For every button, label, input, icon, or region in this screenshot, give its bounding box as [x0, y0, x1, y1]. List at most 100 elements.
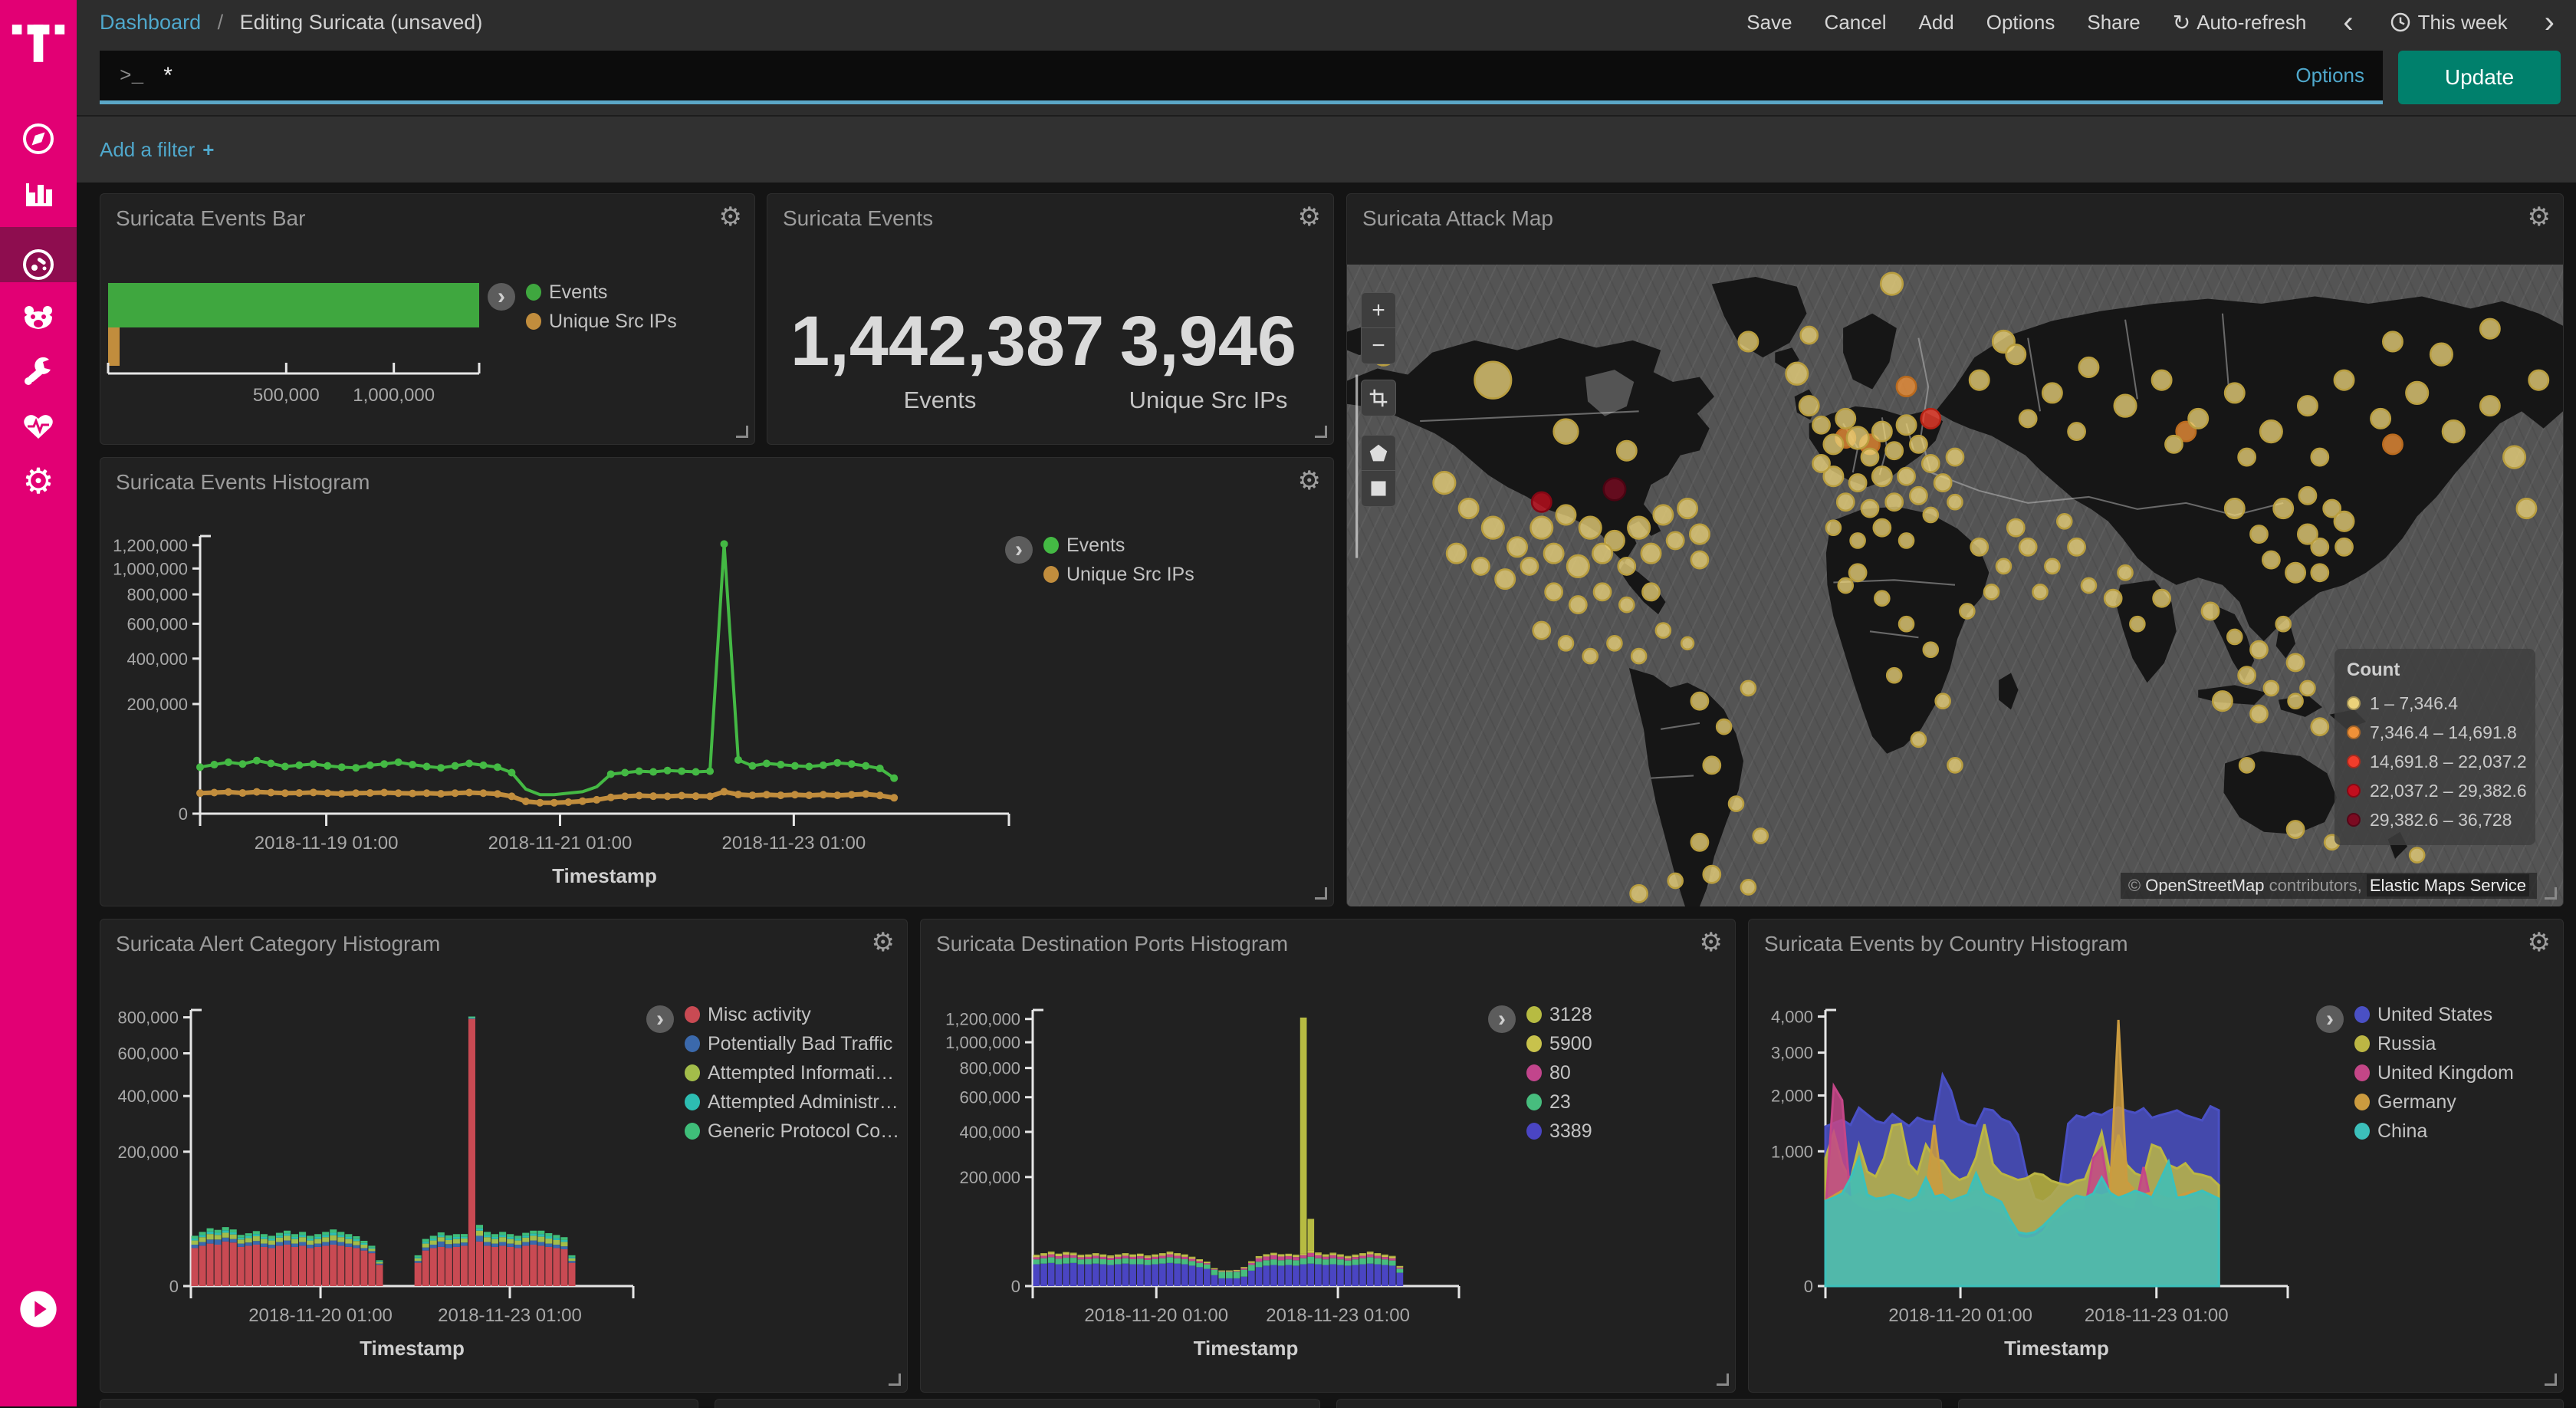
gear-icon[interactable]: ⚙ [2528, 927, 2551, 958]
sidebar-item-management[interactable]: ⚙ [0, 454, 77, 508]
legend-label[interactable]: Unique Src IPs [549, 311, 677, 333]
legend-label[interactable]: 3389 [1549, 1120, 1592, 1143]
sidebar-item-dashboard[interactable] [0, 238, 77, 291]
events-histogram-chart[interactable]: 0200,000400,000600,000800,0001,000,0001,… [108, 531, 1051, 900]
panel-title[interactable]: Suricata Destination Ports Histogram [936, 932, 1288, 956]
gear-icon[interactable]: ⚙ [719, 202, 742, 232]
rectangle-tool-button[interactable] [1362, 471, 1395, 506]
sidebar-item-discover[interactable] [0, 112, 77, 166]
collapse-nav-button[interactable] [0, 1282, 77, 1336]
panel-title[interactable]: Suricata Alert Category Histogram [116, 932, 440, 956]
share-button[interactable]: Share [2087, 11, 2140, 35]
update-button[interactable]: Update [2398, 51, 2561, 104]
resize-handle[interactable] [2545, 1373, 2557, 1386]
sidebar-item-bear[interactable] [0, 291, 77, 345]
gear-icon[interactable]: ⚙ [872, 927, 895, 958]
legend-label[interactable]: 23 [1549, 1091, 1571, 1114]
svg-text:800,000: 800,000 [959, 1059, 1020, 1078]
legend-label[interactable]: Events [549, 281, 607, 304]
legend-toggle-icon[interactable]: › [1488, 1005, 1516, 1033]
svg-text:400,000: 400,000 [117, 1087, 179, 1106]
legend-label[interactable]: Generic Protocol Co… [708, 1120, 899, 1143]
svg-text:1,000: 1,000 [1771, 1142, 1813, 1161]
gear-icon[interactable]: ⚙ [1298, 465, 1321, 496]
sidebar-item-devtools[interactable] [0, 345, 77, 399]
legend-label[interactable]: Events [1066, 535, 1125, 557]
panel-title[interactable]: Suricata Attack Map [1362, 206, 1553, 231]
gear-icon[interactable]: ⚙ [1700, 927, 1723, 958]
gear-icon: ⚙ [22, 460, 54, 502]
sidebar-item-monitoring[interactable] [0, 399, 77, 452]
add-filter-link[interactable]: Add a filter+ [100, 138, 214, 162]
destination-ports-chart[interactable]: 0200,000400,000600,000800,0001,000,0001,… [928, 1004, 1480, 1372]
svg-text:2018-11-20 01:00: 2018-11-20 01:00 [1888, 1305, 2032, 1326]
legend-label[interactable]: United Kingdom [2377, 1062, 2514, 1084]
events-by-country-chart[interactable]: 01,0002,0003,0004,0002018-11-20 01:00201… [1756, 1004, 2316, 1372]
time-prev-button[interactable]: ‹ [2338, 12, 2358, 32]
svg-text:2,000: 2,000 [1771, 1086, 1813, 1105]
legend-label[interactable]: Attempted Informati… [708, 1062, 894, 1084]
search-input[interactable]: >_ * Options [100, 51, 2383, 104]
breadcrumb-dashboard-link[interactable]: Dashboard [100, 11, 201, 34]
legend-label[interactable]: Russia [2377, 1033, 2436, 1055]
resize-handle[interactable] [1315, 887, 1327, 900]
svg-text:0: 0 [1804, 1277, 1813, 1296]
legend-label[interactable]: Attempted Administr… [708, 1091, 899, 1114]
legend-label[interactable]: 80 [1549, 1062, 1571, 1084]
panel-suricata-events-by-country-histogram: Suricata Events by Country Histogram ⚙ 0… [1748, 919, 2564, 1393]
fit-bounds-button[interactable] [1362, 380, 1395, 416]
save-button[interactable]: Save [1746, 11, 1792, 35]
legend-toggle-icon[interactable]: › [646, 1005, 674, 1033]
query-options-link[interactable]: Options [2295, 64, 2364, 87]
legend-label[interactable]: 5900 [1549, 1033, 1592, 1055]
add-button[interactable]: Add [1918, 11, 1953, 35]
polygon-tool-button[interactable] [1362, 436, 1395, 471]
legend-dot [1526, 1006, 1542, 1023]
ems-link[interactable]: Elastic Maps Service [2367, 874, 2529, 896]
timepicker-button[interactable]: This week [2390, 11, 2508, 35]
panel-title[interactable]: Suricata Events Bar [116, 206, 305, 231]
resize-handle[interactable] [1315, 426, 1327, 438]
events-bar-chart[interactable]: 500,0001,000,000 [107, 277, 505, 415]
panel-title[interactable]: Suricata Events [783, 206, 933, 231]
panel-title[interactable]: Suricata Events by Country Histogram [1764, 932, 2128, 956]
legend-label[interactable]: United States [2377, 1004, 2492, 1026]
legend-label[interactable]: Misc activity [708, 1004, 811, 1026]
zoom-out-button[interactable]: − [1362, 328, 1395, 364]
legend-toggle-icon[interactable]: › [2316, 1005, 2344, 1033]
legend-toggle-icon[interactable]: › [1005, 536, 1033, 564]
legend-label[interactable]: 3128 [1549, 1004, 1592, 1026]
panel-partial [715, 1399, 1320, 1408]
gear-icon[interactable]: ⚙ [1298, 202, 1321, 232]
panel-partial [1336, 1399, 1942, 1408]
legend-label[interactable]: Unique Src IPs [1066, 564, 1194, 586]
legend-dot [1526, 1094, 1542, 1110]
panel-suricata-attack-map: Suricata Attack Map ⚙ [1346, 193, 2564, 906]
options-button[interactable]: Options [1986, 11, 2055, 35]
app-sidebar: ⚙ [0, 0, 77, 1406]
attack-map[interactable]: + − Count 1 – 7,346.4 7,346.4 – 14,691 [1347, 265, 2563, 906]
svg-text:200,000: 200,000 [117, 1143, 179, 1162]
resize-handle[interactable] [2545, 887, 2557, 900]
resize-handle[interactable] [736, 426, 748, 438]
zoom-in-button[interactable]: + [1362, 293, 1395, 328]
resize-handle[interactable] [889, 1373, 901, 1386]
legend-label[interactable]: China [2377, 1120, 2427, 1143]
bucket-label: 29,382.6 – 36,728 [2370, 810, 2512, 831]
panel-title[interactable]: Suricata Events Histogram [116, 470, 370, 495]
legend-toggle-icon[interactable]: › [488, 283, 515, 311]
cancel-button[interactable]: Cancel [1825, 11, 1887, 35]
telekom-logo[interactable] [11, 12, 66, 67]
auto-refresh-button[interactable]: ↻ Auto-refresh [2173, 10, 2307, 35]
gear-icon[interactable]: ⚙ [2528, 202, 2551, 232]
bucket-label: 7,346.4 – 14,691.8 [2370, 722, 2517, 743]
legend-label[interactable]: Germany [2377, 1091, 2456, 1114]
alert-category-chart[interactable]: 0200,000400,000600,000800,0002018-11-20 … [108, 1004, 645, 1372]
sidebar-item-visualize[interactable] [0, 167, 77, 221]
metric-label: Events [790, 387, 1089, 414]
resize-handle[interactable] [1717, 1373, 1729, 1386]
time-next-button[interactable]: › [2540, 12, 2559, 32]
osm-link[interactable]: OpenStreetMap [2145, 876, 2264, 895]
panel-partial [100, 1399, 698, 1408]
legend-label[interactable]: Potentially Bad Traffic [708, 1033, 892, 1055]
